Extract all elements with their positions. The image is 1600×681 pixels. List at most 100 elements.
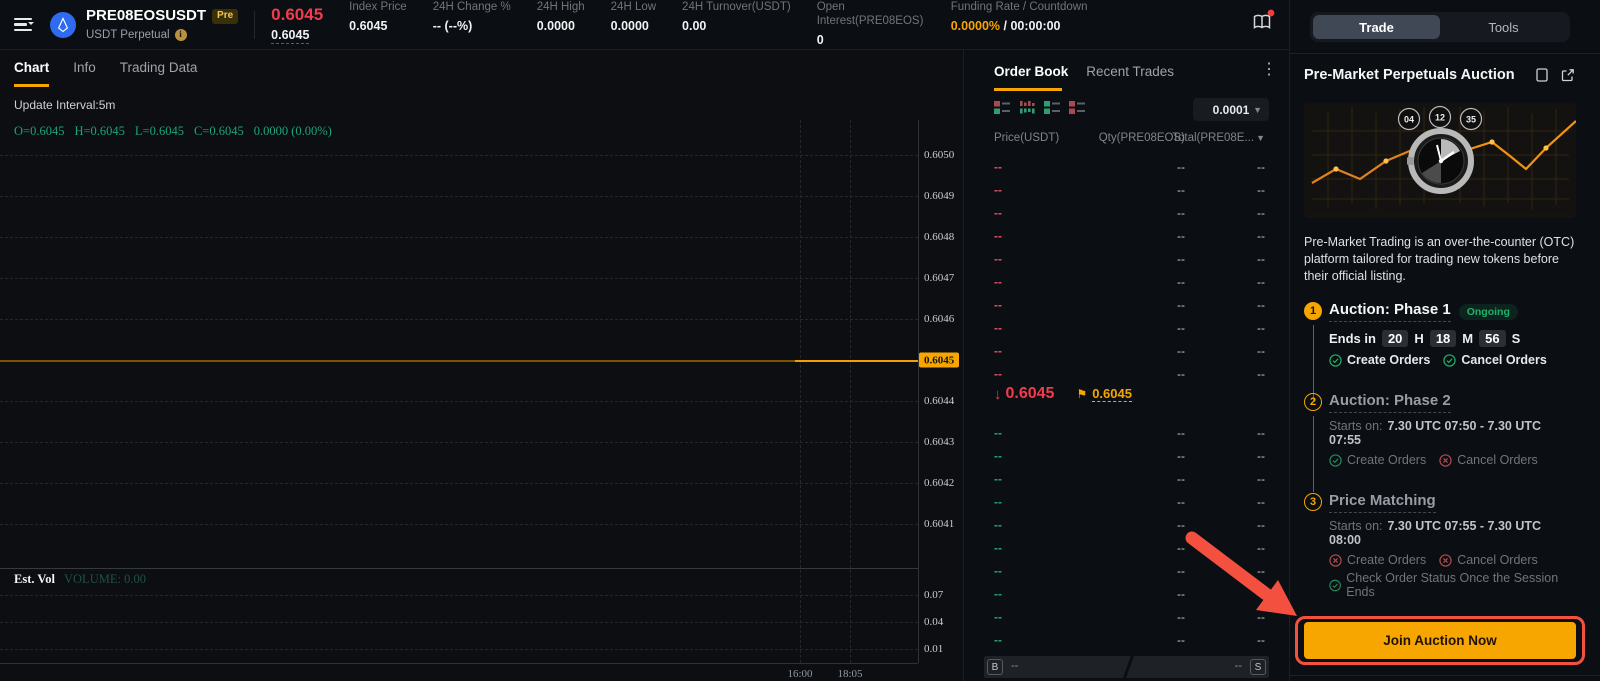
price-cell: -- <box>994 321 1002 335</box>
phase-1: 1 Auction: Phase 1 Ongoing Ends in 20 H … <box>1304 301 1576 367</box>
x-circle-icon <box>1329 554 1342 567</box>
tab-trade[interactable]: Trade <box>1313 15 1440 39</box>
qty-cell: -- <box>1177 633 1185 647</box>
countdown-seconds: 56 <box>1479 330 1505 347</box>
phase-3: 3 Price Matching Starts on:7.30 UTC 07:5… <box>1304 492 1576 599</box>
ob-mark-price[interactable]: 0.6045 <box>1092 386 1132 402</box>
qty-cell: -- <box>1177 449 1185 463</box>
sell-ratio-value: -- <box>1235 660 1242 672</box>
view-asks-only-icon[interactable] <box>1069 100 1085 115</box>
ask-row[interactable]: ------ <box>964 317 1289 340</box>
last-price: 0.6045 <box>271 5 323 25</box>
info-icon[interactable]: i <box>175 29 187 41</box>
total-cell: -- <box>1257 344 1265 358</box>
ask-row[interactable]: ------ <box>964 271 1289 294</box>
tab-tools[interactable]: Tools <box>1440 15 1567 39</box>
external-link-icon[interactable] <box>1560 67 1576 83</box>
hamburger-menu-icon[interactable] <box>14 15 36 35</box>
tab-order-book[interactable]: Order Book <box>994 64 1068 79</box>
price-chart: Est. Vol VOLUME: 0.00 0.60500.60490.6048… <box>0 50 963 681</box>
flag-icon: ⚑ <box>1076 387 1087 401</box>
phase-2: 2 Auction: Phase 2 Starts on:7.30 UTC 07… <box>1304 392 1576 467</box>
phase-2-schedule: Starts on:7.30 UTC 07:50 - 7.30 UTC 07:5… <box>1329 419 1576 447</box>
join-auction-button[interactable]: Join Auction Now <box>1304 622 1576 659</box>
phase-2-title[interactable]: Auction: Phase 2 <box>1329 392 1451 413</box>
ask-row[interactable]: ------ <box>964 156 1289 179</box>
order-book-columns: Price(USDT) Qty(PRE08EOS) Total(PRE08E..… <box>964 132 1289 148</box>
funding-countdown: 00:00:00 <box>1010 19 1060 33</box>
bid-row[interactable]: ------ <box>964 491 1289 514</box>
check-circle-icon <box>1329 579 1341 592</box>
gridline <box>0 319 918 320</box>
gridline <box>0 622 918 623</box>
total-cell: -- <box>1257 518 1265 532</box>
buy-sell-ratio-bar: B -- -- S <box>984 656 1269 678</box>
bid-row[interactable]: ------ <box>964 629 1289 652</box>
qty-cell: -- <box>1177 495 1185 509</box>
price-cell: -- <box>994 564 1002 578</box>
tab-info[interactable]: Info <box>73 60 96 87</box>
ratio-divider <box>1122 654 1134 679</box>
chart-tabs: Chart Info Trading Data <box>14 60 197 87</box>
phase-3-title[interactable]: Price Matching <box>1329 492 1436 513</box>
qty-cell: -- <box>1177 160 1185 174</box>
price-cell: -- <box>994 449 1002 463</box>
total-cell: -- <box>1257 252 1265 266</box>
tab-chart[interactable]: Chart <box>14 60 49 87</box>
qty-cell: -- <box>1177 206 1185 220</box>
gridline <box>0 483 918 484</box>
ask-row[interactable]: ------ <box>964 202 1289 225</box>
price-cell: -- <box>994 275 1002 289</box>
price-cell: -- <box>994 587 1002 601</box>
tab-trading-data[interactable]: Trading Data <box>120 60 198 87</box>
document-icon[interactable] <box>1534 67 1550 83</box>
more-options-icon[interactable]: ⋮ <box>1261 62 1277 78</box>
volume-tick: 0.07 <box>924 589 943 601</box>
bid-row[interactable]: ------ <box>964 514 1289 537</box>
pre-badge: Pre <box>212 9 238 24</box>
gridline <box>0 595 918 596</box>
ask-row[interactable]: ------ <box>964 179 1289 202</box>
total-cell: -- <box>1257 367 1265 381</box>
qty-cell: -- <box>1177 275 1185 289</box>
perm-create-orders: Create Orders <box>1329 553 1426 567</box>
price-down-arrow-icon: ↓ <box>994 386 1002 403</box>
price-cell: -- <box>994 252 1002 266</box>
bid-row[interactable]: ------ <box>964 468 1289 491</box>
stat-24h-low: 24H Low 0.0000 <box>611 1 656 34</box>
price-line-segment <box>795 360 918 362</box>
col-total[interactable]: Total(PRE08E...▼ <box>1172 132 1265 144</box>
ask-row[interactable]: ------ <box>964 340 1289 363</box>
tick-size-dropdown[interactable]: 0.0001 ▼ <box>1193 98 1269 121</box>
qty-cell: -- <box>1177 564 1185 578</box>
phase-1-countdown: Ends in 20 H 18 M 56 S <box>1329 330 1576 347</box>
mark-price[interactable]: 0.6045 <box>271 28 309 44</box>
qty-cell: -- <box>1177 367 1185 381</box>
total-cell: -- <box>1257 426 1265 440</box>
view-depth-icon[interactable] <box>1019 100 1035 115</box>
bubble-minutes: 12 <box>1435 113 1445 123</box>
view-both-icon[interactable] <box>994 100 1010 115</box>
tab-recent-trades[interactable]: Recent Trades <box>1086 64 1174 79</box>
price-cell: -- <box>994 183 1002 197</box>
bid-row[interactable]: ------ <box>964 606 1289 629</box>
bid-row[interactable]: ------ <box>964 445 1289 468</box>
total-cell: -- <box>1257 610 1265 624</box>
orderbook-layout-icon[interactable] <box>1251 11 1273 38</box>
qty-cell: -- <box>1177 252 1185 266</box>
bid-row[interactable]: ------ <box>964 422 1289 445</box>
price-tick: 0.6050 <box>924 149 954 161</box>
bid-row[interactable]: ------ <box>964 537 1289 560</box>
ohlc-open: O=0.6045 <box>14 124 64 138</box>
phase-1-title[interactable]: Auction: Phase 1 <box>1329 301 1451 322</box>
bid-row[interactable]: ------ <box>964 583 1289 606</box>
symbol-block: PRE08EOSUSDT Pre USDT Perpetual i <box>86 7 238 42</box>
phase-3-schedule: Starts on:7.30 UTC 07:55 - 7.30 UTC 08:0… <box>1329 519 1576 547</box>
view-bids-only-icon[interactable] <box>1044 100 1060 115</box>
qty-cell: -- <box>1177 298 1185 312</box>
ask-row[interactable]: -- -- -- <box>964 248 1289 271</box>
bid-row[interactable]: ------ <box>964 560 1289 583</box>
ohlc-readout: O=0.6045H=0.6045L=0.6045C=0.60450.0000 (… <box>14 124 342 139</box>
ask-row[interactable]: ------ <box>964 225 1289 248</box>
ask-row[interactable]: ------ <box>964 294 1289 317</box>
